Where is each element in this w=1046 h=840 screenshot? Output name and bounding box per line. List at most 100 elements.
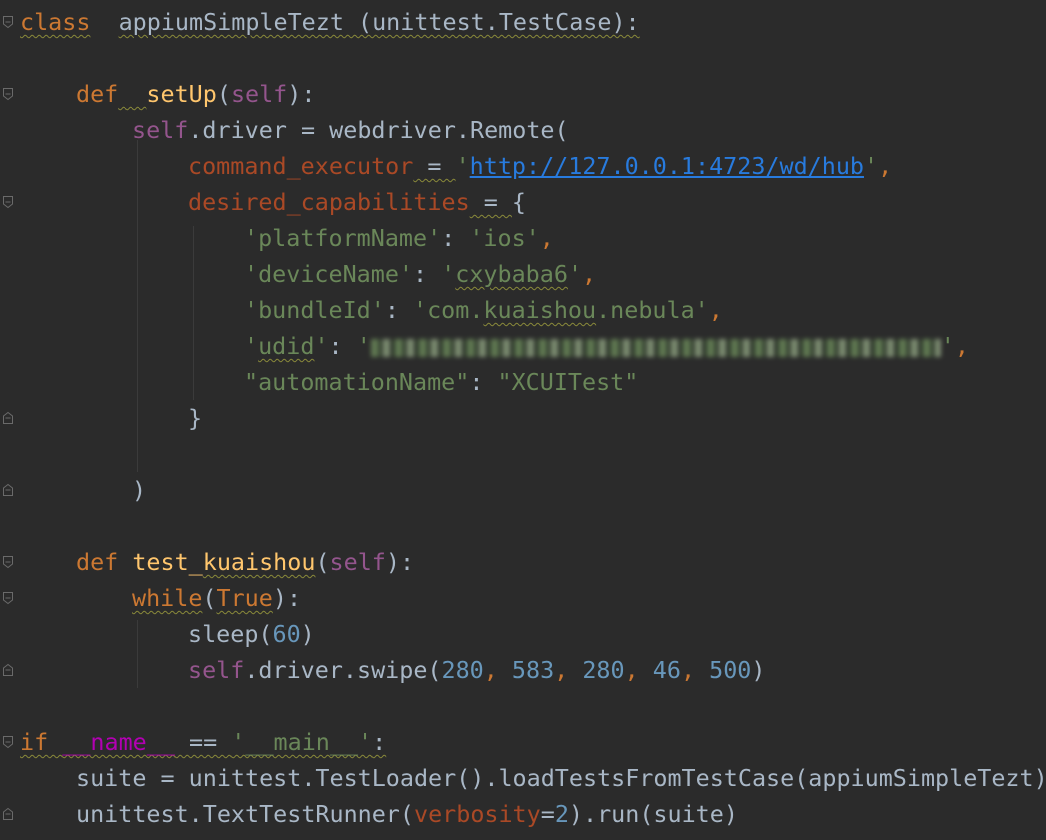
fold-open-icon[interactable] xyxy=(2,555,14,569)
code-token: self xyxy=(188,656,245,684)
code-token: 46 xyxy=(652,656,681,684)
code-token: suite = unittest.TestLoader().loadTestsF… xyxy=(76,764,1046,792)
code-token: ' xyxy=(356,332,371,360)
code-token: self xyxy=(329,548,386,576)
fold-close-icon[interactable] xyxy=(2,807,14,821)
code-token: 'platformName' xyxy=(244,224,442,252)
code-line[interactable]: 'udid': ' ', xyxy=(244,328,969,364)
code-token: 'deviceName' xyxy=(244,260,413,288)
code-token: ' xyxy=(455,152,470,180)
code-token: { xyxy=(511,188,526,216)
code-line[interactable]: unittest.TextTestRunner(verbosity=2).run… xyxy=(76,796,738,832)
code-token: sleep( xyxy=(188,620,273,648)
code-token: ' xyxy=(441,260,456,288)
code-token: , xyxy=(708,296,723,324)
code-token: 'ios' xyxy=(469,224,540,252)
code-token: , xyxy=(582,260,597,288)
code-line[interactable]: while(True): xyxy=(132,580,301,616)
code-line[interactable]: ) xyxy=(132,472,146,508)
fold-open-icon[interactable] xyxy=(2,735,14,749)
code-line[interactable]: 'deviceName': 'cxybaba6', xyxy=(244,256,596,292)
code-token: unittest.TextTestRunner( xyxy=(76,800,414,828)
code-token: ' xyxy=(244,332,259,360)
code-token: class xyxy=(20,8,91,36)
code-line[interactable]: } xyxy=(188,400,202,436)
fold-gutter xyxy=(0,0,16,840)
code-line[interactable]: desired_capabilities = { xyxy=(188,184,526,220)
code-token: , xyxy=(954,332,969,360)
code-token: ' xyxy=(314,332,329,360)
code-token: , xyxy=(878,152,893,180)
code-token: = xyxy=(540,800,555,828)
fold-open-icon[interactable] xyxy=(2,15,14,29)
code-token: command_executor xyxy=(188,152,414,180)
code-token: ' xyxy=(863,152,879,180)
code-line[interactable]: def setUp(self): xyxy=(76,76,315,112)
indent-guide xyxy=(137,140,138,472)
code-token: .driver.swipe( xyxy=(244,656,442,684)
code-line[interactable]: self.driver.swipe(280, 583, 280, 46, 500… xyxy=(188,652,765,688)
code-line[interactable]: "automationName": "XCUITest" xyxy=(244,364,638,400)
code-token: self xyxy=(132,116,189,144)
code-token: 500 xyxy=(709,656,752,684)
code-line[interactable]: def test_kuaishou(self): xyxy=(76,544,414,580)
fold-open-icon[interactable] xyxy=(2,195,14,209)
code-token: 280 xyxy=(441,656,484,684)
fold-close-icon[interactable] xyxy=(2,483,14,497)
fold-open-icon[interactable] xyxy=(2,87,14,101)
code-token: setUp xyxy=(146,80,217,108)
code-token: ) xyxy=(132,476,147,504)
code-line[interactable]: self.driver = webdriver.Remote( xyxy=(132,112,569,148)
code-editor[interactable]: class appiumSimpleTezt (unittest.TestCas… xyxy=(0,0,1046,840)
code-token: def xyxy=(76,80,119,108)
code-token: '__main__' xyxy=(231,728,373,756)
code-line[interactable]: sleep(60) xyxy=(188,616,315,652)
code-line[interactable]: 'platformName': 'ios', xyxy=(244,220,554,256)
code-token: "automationName" xyxy=(244,368,470,396)
code-token: __name__ xyxy=(62,728,175,756)
code-token: desired_capabilities xyxy=(188,188,470,216)
indent-guide xyxy=(137,620,138,688)
code-token: 'com. xyxy=(413,296,484,324)
code-token: = xyxy=(469,188,512,216)
code-token: kuaishou xyxy=(483,296,597,324)
code-token: = xyxy=(413,152,456,180)
code-token: ( xyxy=(202,584,217,612)
fold-open-icon[interactable] xyxy=(2,591,14,605)
code-token: , xyxy=(624,656,653,684)
indent-guide xyxy=(193,226,194,400)
code-token: ).run(suite) xyxy=(568,800,738,828)
code-token: appiumSimpleTezt (unittest.TestCase): xyxy=(118,8,640,36)
code-token: test_ xyxy=(132,548,203,576)
code-token: ' xyxy=(567,260,583,288)
code-line[interactable]: class appiumSimpleTezt (unittest.TestCas… xyxy=(20,4,640,40)
code-token: : xyxy=(441,224,470,252)
fold-close-icon[interactable] xyxy=(2,411,14,425)
code-line[interactable]: 'bundleId': 'com.kuaishou.nebula', xyxy=(244,292,723,328)
code-token: : xyxy=(372,728,387,756)
fold-close-icon[interactable] xyxy=(2,663,14,677)
code-token: 583 xyxy=(511,656,555,684)
code-token: cxybaba6 xyxy=(455,260,568,288)
code-token: ) xyxy=(751,656,766,684)
code-token: , xyxy=(680,656,710,684)
code-token: 280 xyxy=(582,656,625,684)
code-token: if xyxy=(20,728,49,756)
code-token: self xyxy=(230,80,288,108)
code-line[interactable]: if __name__ == '__main__': xyxy=(20,724,386,760)
code-token: ): xyxy=(287,80,316,108)
code-line[interactable]: command_executor = 'http://127.0.0.1:472… xyxy=(188,148,892,184)
code-token: ' xyxy=(940,332,955,360)
code-token: : xyxy=(469,368,498,396)
code-token: kuaishou xyxy=(202,548,316,576)
code-token: ) xyxy=(300,620,315,648)
code-token: "XCUITest" xyxy=(497,368,639,396)
code-token: == xyxy=(174,728,232,756)
code-token: .driver = webdriver.Remote( xyxy=(188,116,569,144)
code-token: } xyxy=(188,404,203,432)
code-token: 'bundleId' xyxy=(244,296,385,324)
code-token: : xyxy=(384,296,413,324)
code-line[interactable]: suite = unittest.TestLoader().loadTestsF… xyxy=(76,760,1046,796)
